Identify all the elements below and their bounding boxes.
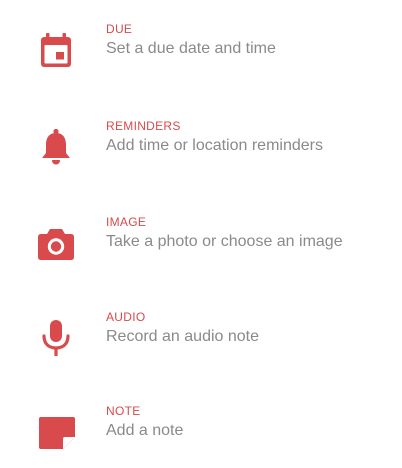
image-title: IMAGE [106,215,147,229]
due-option[interactable]: DUE Set a due date and time [0,14,402,86]
audio-subtitle: Record an audio note [106,328,259,345]
image-subtitle: Take a photo or choose an image [106,233,343,250]
audio-title: AUDIO [106,310,146,324]
note-option[interactable]: NOTE Add a note [0,396,402,468]
due-title: DUE [106,22,133,36]
reminders-title: REMINDERS [106,119,181,133]
calendar-icon [34,28,78,72]
reminders-option[interactable]: REMINDERS Add time or location reminders [0,111,402,183]
camera-icon [34,221,78,265]
audio-option[interactable]: AUDIO Record an audio note [0,302,402,374]
note-title: NOTE [106,404,141,418]
due-subtitle: Set a due date and time [106,40,276,57]
image-option[interactable]: IMAGE Take a photo or choose an image [0,207,402,279]
microphone-icon [34,316,78,360]
note-icon [34,410,78,454]
note-subtitle: Add a note [106,422,184,439]
attachment-options-menu: DUE Set a due date and time REMINDERS Ad… [0,0,402,453]
bell-icon [34,125,78,169]
reminders-subtitle: Add time or location reminders [106,137,323,154]
